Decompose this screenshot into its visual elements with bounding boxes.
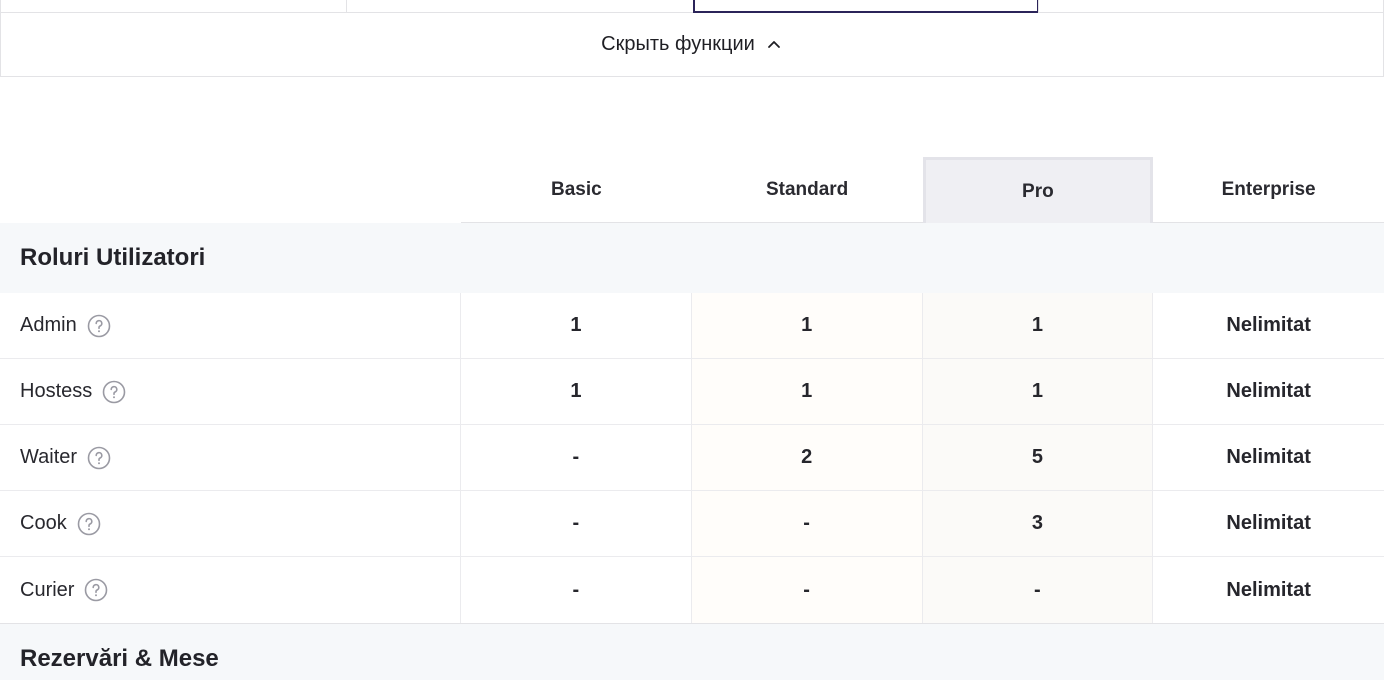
value-basic: - — [461, 491, 692, 556]
value-basic: 1 — [461, 359, 692, 424]
help-icon[interactable] — [77, 512, 101, 536]
help-icon[interactable] — [102, 380, 126, 404]
value-standard: - — [691, 491, 923, 556]
plan-headers: Basic Standard Pro Enterprise — [461, 157, 1384, 223]
value-standard: 2 — [691, 425, 923, 490]
help-icon[interactable] — [87, 446, 111, 470]
help-icon[interactable] — [87, 314, 111, 338]
chevron-up-icon — [767, 40, 780, 48]
value-standard: 1 — [691, 359, 923, 424]
table-row: Waiter - 2 5 Nelimitat — [0, 425, 1384, 491]
value-pro: 5 — [922, 425, 1154, 490]
help-icon[interactable] — [84, 578, 108, 602]
table-row: Cook - - 3 Nelimitat — [0, 491, 1384, 557]
feature-label: Curier — [0, 557, 461, 623]
feature-name: Admin — [20, 314, 77, 336]
feature-name: Waiter — [20, 446, 78, 468]
table-row: Curier - - - Nelimitat — [0, 557, 1384, 623]
feature-name: Cook — [20, 512, 67, 534]
plan-header-enterprise[interactable]: Enterprise — [1153, 157, 1384, 223]
feature-label: Waiter — [0, 425, 461, 490]
feature-name: Hostess — [20, 380, 93, 402]
feature-name: Curier — [20, 578, 75, 601]
value-standard: 1 — [691, 293, 923, 358]
value-pro: 1 — [922, 359, 1154, 424]
feature-label: Admin — [0, 293, 461, 358]
feature-label: Cook — [0, 491, 461, 556]
highlighted-plan-column-bottom — [693, 0, 1039, 13]
value-enterprise: Nelimitat — [1226, 512, 1311, 534]
value-enterprise: Nelimitat — [1226, 314, 1311, 336]
section-title-reservations-tables: Rezervări & Mese — [0, 623, 1384, 680]
plan-header-pro[interactable]: Pro — [922, 157, 1154, 223]
hide-features-label: Скрыть функции — [601, 33, 755, 55]
value-pro: 3 — [922, 491, 1154, 556]
previous-table-bottom — [0, 0, 1384, 13]
value-pro: 1 — [922, 293, 1154, 358]
value-enterprise: Nelimitat — [1226, 446, 1311, 468]
value-standard: - — [691, 557, 923, 623]
value-pro: - — [922, 557, 1154, 623]
features-table: Admin 1 1 1 Nelimitat Hostess 1 1 1 Neli… — [0, 293, 1384, 623]
hide-features-toggle[interactable]: Скрыть функции — [0, 13, 1384, 77]
value-basic: - — [461, 425, 692, 490]
value-basic: - — [461, 557, 692, 623]
value-basic: 1 — [461, 293, 692, 358]
column-divider — [346, 0, 347, 13]
table-row: Hostess 1 1 1 Nelimitat — [0, 359, 1384, 425]
table-row: Admin 1 1 1 Nelimitat — [0, 293, 1384, 359]
value-enterprise: Nelimitat — [1226, 578, 1311, 601]
feature-label: Hostess — [0, 359, 461, 424]
value-enterprise: Nelimitat — [1226, 380, 1311, 402]
plan-header-standard[interactable]: Standard — [691, 157, 923, 223]
column-divider — [1038, 0, 1039, 13]
plan-header-basic[interactable]: Basic — [461, 157, 692, 223]
section-title-user-roles: Roluri Utilizatori — [0, 223, 1384, 293]
